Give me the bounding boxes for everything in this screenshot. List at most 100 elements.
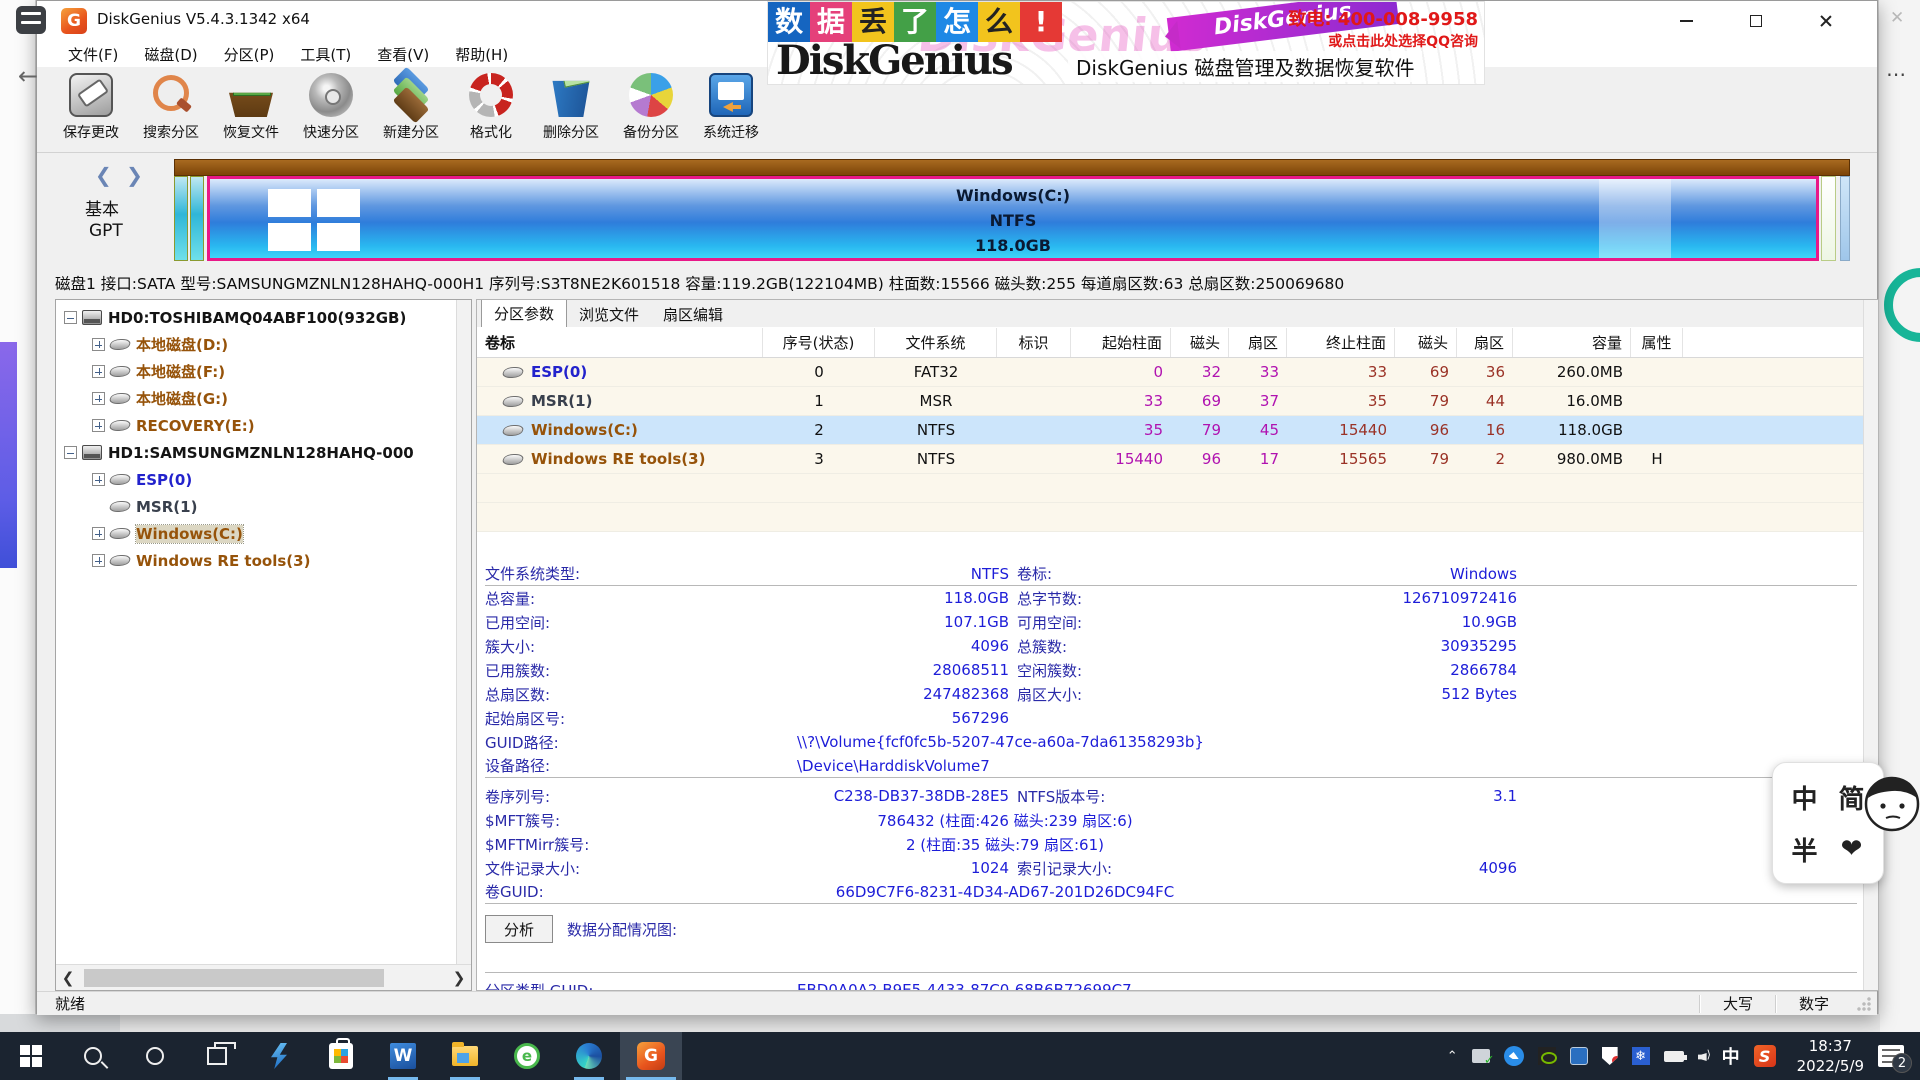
partition-windows-c[interactable]: Windows(C:) NTFS 118.0GB xyxy=(207,176,1819,261)
analyze-button[interactable]: 分析 xyxy=(485,915,553,943)
snowflake-tray-icon[interactable]: ❄ xyxy=(1632,1047,1650,1065)
detail-row: 起始扇区号:567296 xyxy=(485,706,1857,730)
nvidia-tray-icon[interactable] xyxy=(1538,1047,1556,1065)
menu-item-5[interactable]: 帮助(H) xyxy=(442,42,521,67)
tree-item-4[interactable]: RECOVERY(E:) xyxy=(56,412,438,439)
background-close-icon[interactable]: ✕ xyxy=(1890,8,1904,28)
show-hidden-icons[interactable]: ⌃ xyxy=(1447,1049,1458,1064)
taskbar-file-explorer[interactable] xyxy=(434,1032,496,1080)
toolbar-trash-button[interactable]: 删除分区 xyxy=(531,67,611,151)
menu-item-2[interactable]: 分区(P) xyxy=(211,42,288,67)
table-row[interactable]: Windows RE tools(3)3NTFS1544096171556579… xyxy=(477,445,1863,474)
expand-plus-icon[interactable] xyxy=(92,392,105,405)
table-row[interactable]: ESP(0)0FAT3203233336936260.0MB xyxy=(477,358,1863,387)
end-cyl-cell: 33 xyxy=(1287,363,1395,381)
tree-item-3[interactable]: 本地磁盘(G:) xyxy=(56,385,438,412)
taskbar-cortana[interactable] xyxy=(124,1032,186,1080)
back-arrow-icon[interactable]: ← xyxy=(18,62,38,90)
expand-plus-icon[interactable] xyxy=(92,365,105,378)
taskbar-browser-360[interactable]: e xyxy=(496,1032,558,1080)
taskbar-store[interactable] xyxy=(310,1032,372,1080)
intel-graphics-tray-icon[interactable] xyxy=(1570,1047,1588,1065)
disk-band[interactable] xyxy=(174,159,1850,176)
menu-item-3[interactable]: 工具(T) xyxy=(287,42,364,67)
toolbar-layers-button[interactable]: 新建分区 xyxy=(371,67,451,151)
browser-tab-icon[interactable] xyxy=(16,6,46,34)
volume-icon[interactable] xyxy=(1698,1050,1708,1062)
taskbar-app-flash[interactable] xyxy=(248,1032,310,1080)
detail-value: 1024 xyxy=(785,859,1009,877)
promo-banner[interactable]: DiskGenius 数据丢了怎么! DiskGenius DiskGenius… xyxy=(767,1,1485,85)
taskbar-clock[interactable]: 18:37 2022/5/9 xyxy=(1797,1036,1864,1076)
table-row[interactable]: MSR(1)1MSR33693735794416.0MB xyxy=(477,387,1863,416)
tree-item-7[interactable]: MSR(1) xyxy=(56,493,438,520)
maximize-button[interactable] xyxy=(1727,1,1785,41)
toolbar-pie-button[interactable]: 备份分区 xyxy=(611,67,691,151)
tree-item-1[interactable]: 本地磁盘(D:) xyxy=(56,331,438,358)
tab-0[interactable]: 分区参数 xyxy=(481,299,567,327)
menu-item-1[interactable]: 磁盘(D) xyxy=(131,42,210,67)
taskbar-search[interactable] xyxy=(62,1032,124,1080)
scroll-left-icon[interactable] xyxy=(56,969,80,987)
taskbar-word[interactable]: W xyxy=(372,1032,434,1080)
sogou-tray-icon[interactable]: S xyxy=(1754,1045,1776,1067)
tree-item-6[interactable]: ESP(0) xyxy=(56,466,438,493)
minimize-button[interactable] xyxy=(1657,1,1715,41)
banner-qq-link[interactable]: 或点击此处选择QQ咨询 xyxy=(1288,31,1478,51)
tab-2[interactable]: 扇区编辑 xyxy=(651,301,735,327)
messenger-tray-icon[interactable] xyxy=(1504,1046,1524,1066)
tree-item-2[interactable]: 本地磁盘(F:) xyxy=(56,358,438,385)
toolbar-format-button[interactable]: 格式化 xyxy=(451,67,531,151)
menu-item-4[interactable]: 查看(V) xyxy=(364,42,442,67)
disk-nav-arrows-icon[interactable] xyxy=(95,163,147,187)
tree-item-5[interactable]: HD1:SAMSUNGMZNLN128HAHQ-000 xyxy=(56,439,438,466)
printer-tray-icon[interactable] xyxy=(1472,1049,1490,1063)
partition-msr-strip[interactable] xyxy=(190,176,204,261)
taskbar-edge[interactable] xyxy=(558,1032,620,1080)
banner-contact[interactable]: 致电: 400-008-9958 或点击此处选择QQ咨询 xyxy=(1288,5,1478,51)
tree-item-0[interactable]: HD0:TOSHIBAMQ04ABF100(932GB) xyxy=(56,304,438,331)
expand-plus-icon[interactable] xyxy=(92,527,105,540)
partition-esp-strip[interactable] xyxy=(174,176,188,261)
background-window-right xyxy=(1878,0,1920,1032)
status-numlock: 数字 xyxy=(1783,993,1845,1014)
expand-plus-icon[interactable] xyxy=(92,473,105,486)
expand-minus-icon[interactable] xyxy=(64,311,77,324)
recover-icon xyxy=(229,73,273,117)
partition-re-strip[interactable] xyxy=(1821,176,1836,261)
end-sector-cell: 2 xyxy=(1457,450,1513,468)
tree-item-9[interactable]: Windows RE tools(3) xyxy=(56,547,438,574)
scroll-right-icon[interactable] xyxy=(447,969,471,987)
action-center-button[interactable]: 2 xyxy=(1878,1045,1904,1067)
tree-vertical-scrollbar[interactable] xyxy=(456,300,471,964)
taskbar-diskgenius[interactable]: G xyxy=(620,1032,682,1080)
close-button[interactable] xyxy=(1797,1,1855,41)
detail-label: GUID路径: xyxy=(485,732,785,753)
battery-icon[interactable] xyxy=(1664,1051,1684,1062)
expand-plus-icon[interactable] xyxy=(92,554,105,567)
tree-item-label: MSR(1) xyxy=(136,498,197,516)
toolbar-migrate-button[interactable]: 系统迁移 xyxy=(691,67,771,151)
more-options-icon[interactable]: ⋯ xyxy=(1886,62,1908,86)
tree-item-8[interactable]: Windows(C:) xyxy=(56,520,438,547)
task-view-button[interactable] xyxy=(186,1032,248,1080)
toolbar-recover-button[interactable]: 恢复文件 xyxy=(211,67,291,151)
toolbar-save-button[interactable]: 保存更改 xyxy=(51,67,131,151)
tab-1[interactable]: 浏览文件 xyxy=(567,301,651,327)
expand-plus-icon[interactable] xyxy=(92,338,105,351)
detail-label: 卷标: xyxy=(1009,563,1221,584)
detail-vertical-scrollbar[interactable] xyxy=(1863,300,1878,990)
ime-language-indicator[interactable]: 中 xyxy=(1722,1043,1740,1069)
start-button[interactable] xyxy=(0,1032,62,1080)
ime-cartoon-face xyxy=(1862,768,1920,838)
expand-minus-icon[interactable] xyxy=(64,446,77,459)
scrollbar-thumb[interactable] xyxy=(84,969,384,987)
table-row[interactable]: Windows(C:)2NTFS357945154409616118.0GB xyxy=(477,416,1863,445)
expand-plus-icon[interactable] xyxy=(92,419,105,432)
toolbar-disc-button[interactable]: 快速分区 xyxy=(291,67,371,151)
toolbar-search-button[interactable]: 搜索分区 xyxy=(131,67,211,151)
menu-item-0[interactable]: 文件(F) xyxy=(55,42,131,67)
tree-horizontal-scrollbar[interactable] xyxy=(56,964,471,990)
security-shield-tray-icon[interactable] xyxy=(1602,1047,1618,1065)
resize-grip-icon[interactable] xyxy=(1855,995,1873,1013)
